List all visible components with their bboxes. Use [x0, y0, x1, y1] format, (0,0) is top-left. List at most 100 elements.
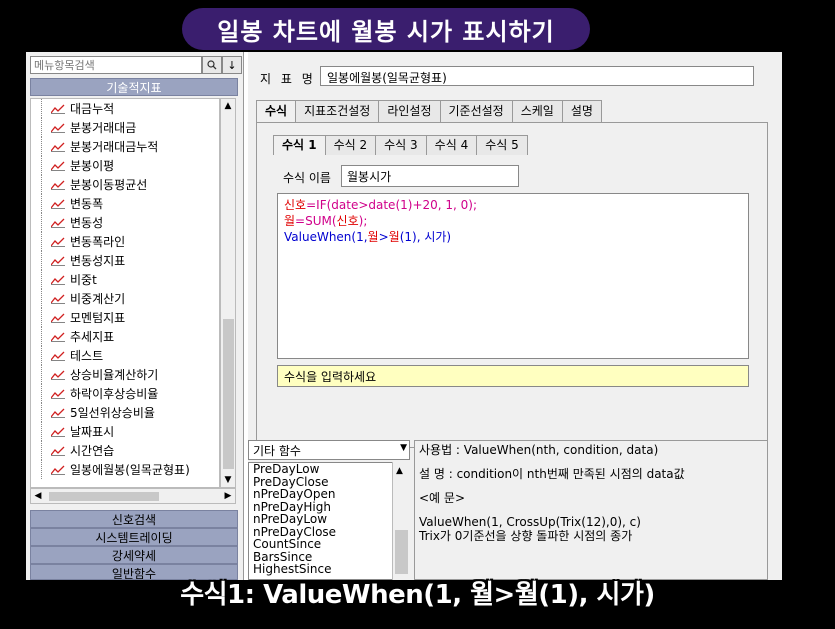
indicator-tree: 대금누적분봉거래대금분봉거래대금누적분봉이평분봉이동평균선변동폭변동성변동폭라인…: [30, 98, 220, 488]
indicator-chart-icon: [51, 180, 65, 190]
indicator-chart-icon: [51, 161, 65, 171]
indicator-chart-icon: [51, 256, 65, 266]
code-line-2: 월=SUM(신호);: [284, 213, 742, 229]
tree-item-label: 상승비율계산하기: [70, 368, 159, 382]
tree-item-label: 변동폭라인: [70, 235, 126, 249]
scroll-thumb[interactable]: [223, 319, 234, 469]
tree-item[interactable]: 비중계산기: [31, 289, 219, 308]
tab-formula[interactable]: 수식: [256, 100, 297, 123]
help-example-label: <예 문>: [419, 491, 466, 505]
tree-item[interactable]: 변동성지표: [31, 251, 219, 270]
tree-item[interactable]: 비중t: [31, 270, 219, 289]
tab-description[interactable]: 설명: [561, 100, 602, 122]
function-category-select[interactable]: 기타 함수 ▼: [248, 440, 410, 460]
tree-item-label: 5일선위상승비율: [70, 406, 155, 420]
subtab-formula-3[interactable]: 수식 3: [375, 135, 427, 155]
tree-item[interactable]: 상승비율계산하기: [31, 365, 219, 384]
tree-item[interactable]: 변동폭라인: [31, 232, 219, 251]
tree-item[interactable]: 분봉이평: [31, 156, 219, 175]
indicator-chart-icon: [51, 294, 65, 304]
indicator-chart-icon: [51, 389, 65, 399]
function-list-scrollbar[interactable]: ▲: [392, 462, 410, 580]
tree-item[interactable]: 일봉에월봉(일목균형표): [31, 460, 219, 479]
tree-item[interactable]: 대금누적: [31, 99, 219, 118]
tree-item[interactable]: 분봉거래대금누적: [31, 137, 219, 156]
tree-item[interactable]: 날짜표시: [31, 422, 219, 441]
subtab-formula-4[interactable]: 수식 4: [425, 135, 478, 155]
subtab-formula-1[interactable]: 수식 1: [273, 135, 326, 155]
code-text: =SUM(: [295, 214, 337, 228]
tree-item-label: 모멘텀지표: [70, 311, 126, 325]
formula-name-field[interactable]: 월봉시가: [341, 165, 519, 187]
indicator-chart-icon: [51, 218, 65, 228]
code-text: (1), 시가): [399, 230, 452, 244]
menu-search-input[interactable]: [30, 56, 202, 74]
menu-search-row: ↓: [30, 56, 242, 74]
category-signal-search[interactable]: 신호검색: [30, 510, 238, 528]
help-description: 설 명 : condition이 nth번째 만족된 시점의 data값: [419, 467, 685, 481]
hscroll-thumb[interactable]: [49, 492, 159, 501]
tree-item-label: 분봉이동평균선: [70, 178, 148, 192]
tree-item[interactable]: 추세지표: [31, 327, 219, 346]
tree-item[interactable]: 분봉거래대금: [31, 118, 219, 137]
tree-item[interactable]: 하락이후상승비율: [31, 384, 219, 403]
indicator-chart-icon: [51, 465, 65, 475]
scroll-up-icon[interactable]: ▲: [396, 466, 403, 476]
tree-item-label: 분봉이평: [70, 159, 115, 173]
scroll-up-icon[interactable]: ▲: [221, 99, 235, 113]
tree-item[interactable]: 분봉이동평균선: [31, 175, 219, 194]
tree-item-label: 분봉거래대금누적: [70, 140, 159, 154]
category-strength-weakness[interactable]: 강세약세: [30, 546, 238, 564]
search-icon[interactable]: [202, 56, 222, 74]
code-text: ValueWhen(1,: [284, 230, 368, 244]
tree-item[interactable]: 모멘텀지표: [31, 308, 219, 327]
function-list: PreDayLow PreDayClose nPreDayOpen nPreDayHi…: [248, 462, 410, 580]
indicator-chart-icon: [51, 313, 65, 323]
tab-line-settings[interactable]: 라인설정: [378, 100, 441, 122]
tree-item[interactable]: 변동폭: [31, 194, 219, 213]
scroll-thumb[interactable]: [395, 530, 408, 574]
code-line-1: 신호=IF(date>date(1)+20, 1, 0);: [284, 197, 742, 213]
tree-item-label: 변동성지표: [70, 254, 126, 268]
category-technical-indicators[interactable]: 기술적지표: [30, 78, 238, 96]
subtab-formula-2[interactable]: 수식 2: [324, 135, 377, 155]
help-example-code: ValueWhen(1, CrossUp(Trix(12),0), c): [419, 515, 641, 529]
function-list-item[interactable]: CountSince: [253, 538, 409, 551]
tree-vertical-scrollbar[interactable]: ▲ ▼: [220, 98, 236, 488]
formula-editor[interactable]: 신호=IF(date>date(1)+20, 1, 0); 월=SUM(신호);…: [277, 193, 749, 359]
tree-item-label: 일봉에월봉(일목균형표): [70, 463, 190, 477]
scroll-right-icon[interactable]: ▶: [221, 489, 235, 503]
tab-baseline-settings[interactable]: 기준선설정: [439, 100, 513, 122]
scroll-left-icon[interactable]: ◀: [31, 489, 45, 503]
tree-item[interactable]: 시간연습: [31, 441, 219, 460]
help-example-desc: Trix가 0기준선을 상향 돌파한 시점의 종가: [419, 529, 633, 543]
video-title-banner: 일봉 차트에 월봉 시가 표시하기: [182, 8, 590, 50]
tree-horizontal-scrollbar[interactable]: ◀ ▶: [30, 488, 236, 504]
function-list-item[interactable]: nPreDayOpen: [253, 488, 409, 501]
indicator-name-field[interactable]: 일봉에월봉(일목균형표): [320, 66, 754, 86]
menu-tree-panel: ↓ 기술적지표 대금누적분봉거래대금분봉거래대금누적분봉이평분봉이동평균선변동폭…: [26, 52, 244, 580]
tab-scale[interactable]: 스케일: [511, 100, 563, 122]
function-list-item[interactable]: nPreDayLow: [253, 513, 409, 526]
down-arrow-button[interactable]: ↓: [222, 56, 242, 74]
video-subtitle: 수식1: ValueWhen(1, 월>월(1), 시가): [180, 580, 655, 610]
tab-indicator-condition[interactable]: 지표조건설정: [295, 100, 380, 122]
tree-item[interactable]: 5일선위상승비율: [31, 403, 219, 422]
tree-item-label: 분봉거래대금: [70, 121, 137, 135]
tree-item[interactable]: 변동성: [31, 213, 219, 232]
indicator-chart-icon: [51, 275, 65, 285]
tree-item-label: 변동성: [70, 216, 104, 230]
tree-item[interactable]: 테스트: [31, 346, 219, 365]
code-text: );: [358, 214, 368, 228]
chevron-down-icon[interactable]: ▼: [400, 443, 407, 453]
function-help-panel: 사용법 : ValueWhen(nth, condition, data) 설 …: [414, 440, 768, 580]
help-usage: 사용법 : ValueWhen(nth, condition, data): [419, 443, 659, 457]
main-tabs: 수식 지표조건설정 라인설정 기준선설정 스케일 설명: [256, 100, 602, 123]
indicator-chart-icon: [51, 104, 65, 114]
scroll-down-icon[interactable]: ▼: [221, 473, 235, 487]
function-list-item[interactable]: PreDayLow: [253, 463, 409, 476]
subtab-formula-5[interactable]: 수식 5: [476, 135, 528, 155]
var-signal: 신호: [336, 214, 359, 228]
indicator-chart-icon: [51, 142, 65, 152]
category-system-trading[interactable]: 시스템트레이딩: [30, 528, 238, 546]
